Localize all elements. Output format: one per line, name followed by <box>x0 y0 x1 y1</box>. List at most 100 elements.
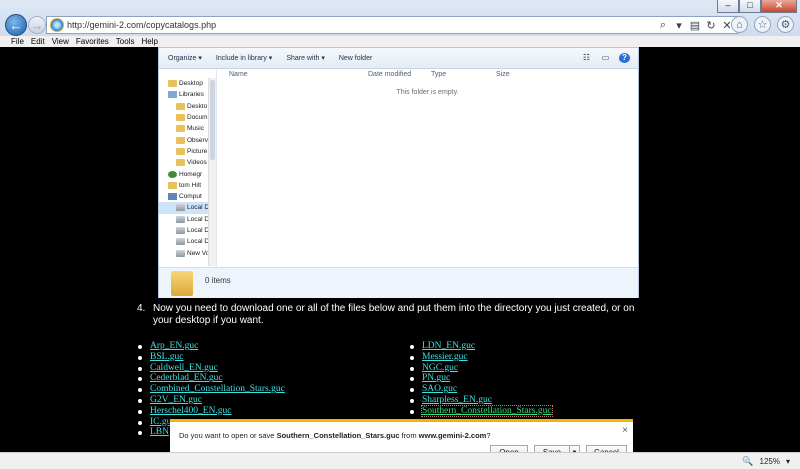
list-item: PN.guc <box>408 373 552 384</box>
catalog-file-link[interactable]: BSL.guc <box>150 352 184 362</box>
menu-tools[interactable]: Tools <box>116 36 135 47</box>
download-filename: Southern_Constellation_Stars.guc <box>276 431 400 440</box>
list-item: Southern_Constellation_Stars.guc <box>408 404 553 417</box>
arrow-right-icon: → <box>30 17 44 33</box>
nav-item-label: Local D <box>187 215 210 223</box>
download-message: Do you want to open or save Southern_Con… <box>179 431 491 440</box>
arrow-left-icon: ← <box>9 17 23 33</box>
catalog-file-link[interactable]: Messier.guc <box>422 352 468 362</box>
group-icon <box>168 170 177 178</box>
share-with-menu: Share with ▾ <box>286 55 325 62</box>
drive-icon <box>176 249 185 257</box>
column-type: Type <box>431 71 447 78</box>
drive-icon <box>176 204 185 212</box>
download-prefix: Do you want to open or save <box>179 431 277 440</box>
catalog-file-link[interactable]: Cederblad_EN.guc <box>150 373 223 383</box>
close-icon[interactable]: × <box>622 425 628 436</box>
item-count: 0 items <box>205 276 231 285</box>
nav-item-label: Observ <box>187 136 208 144</box>
browser-chrome: – □ ✕ ← → http://gemini-2.com/copycatalo… <box>0 0 800 36</box>
settings-gear-icon[interactable]: ⚙ <box>777 16 794 33</box>
browser-command-icons: ⌂ ☆ ⚙ <box>731 16 794 33</box>
help-icon: ? <box>619 53 630 63</box>
compat-view-icon[interactable]: ▤ <box>689 19 701 32</box>
nav-item-label: Videos <box>187 159 207 167</box>
view-options-icon: ☷ <box>582 53 591 62</box>
menu-edit[interactable]: Edit <box>31 36 45 47</box>
column-date: Date modified <box>368 71 412 78</box>
menu-file[interactable]: File <box>11 36 24 47</box>
nav-item-label: Music <box>187 125 204 133</box>
explorer-screenshot: Organize ▾ Include in library ▾ Share wi… <box>158 47 639 298</box>
nav-item-label: New Vo <box>187 249 210 257</box>
menu-bar: File Edit View Favorites Tools Help <box>0 36 800 47</box>
refresh-icon[interactable]: ↻ <box>705 19 717 32</box>
catalog-file-link[interactable]: Sharpless_EN.guc <box>422 395 492 405</box>
minimize-button[interactable]: – <box>717 0 739 13</box>
drive-icon <box>176 215 185 223</box>
list-item: SAO.guc <box>408 384 552 395</box>
url-input[interactable]: http://gemini-2.com/copycatalogs.php <box>67 20 657 30</box>
catalog-file-link[interactable]: G2V_EN.guc <box>150 395 202 405</box>
back-button[interactable]: ← <box>5 14 27 36</box>
nav-item-label: Comput <box>179 193 202 201</box>
menu-help[interactable]: Help <box>141 36 157 47</box>
menu-view[interactable]: View <box>52 36 69 47</box>
catalog-file-link[interactable]: Combined_Constellation_Stars.guc <box>150 384 285 394</box>
dropdown-icon[interactable]: ▾ <box>673 19 685 32</box>
download-middle: from <box>399 431 419 440</box>
nav-item-label: Docum <box>187 114 208 122</box>
catalog-file-link[interactable]: Southern_Constellation_Stars.guc <box>421 404 553 417</box>
chevron-down-icon: ▾ <box>785 457 790 466</box>
zoom-control[interactable]: 🔍 125% ▾ <box>742 456 790 467</box>
forward-button[interactable]: → <box>28 16 46 34</box>
organize-menu: Organize ▾ <box>168 55 202 62</box>
maximize-button[interactable]: □ <box>739 0 761 13</box>
nav-item-label: tom Hilt <box>179 181 202 189</box>
catalog-file-link[interactable]: LDN_EN.guc <box>422 341 475 351</box>
folder-icon <box>176 147 185 155</box>
step-text: Now you need to download one or all of t… <box>153 303 635 326</box>
address-bar[interactable]: http://gemini-2.com/copycatalogs.php ⌕ ▾… <box>46 16 738 34</box>
catalog-file-link[interactable]: LBN <box>150 427 169 437</box>
list-item: Herschel400_EN.guc <box>136 406 285 417</box>
scroll-thumb <box>210 80 215 160</box>
catalog-file-link[interactable]: IC.gu <box>150 417 171 427</box>
folder-icon <box>176 114 185 122</box>
folder-icon <box>176 136 185 144</box>
include-library-menu: Include in library ▾ <box>215 55 273 62</box>
nav-item-label: Local D <box>187 227 210 234</box>
list-item: Arp_EN.guc <box>136 341 285 352</box>
explorer-file-list: Name Date modified Type Size This folder… <box>216 69 638 267</box>
preview-pane-icon: ▭ <box>601 53 610 62</box>
folder-icon <box>176 159 185 167</box>
list-item: G2V_EN.guc <box>136 395 285 406</box>
empty-folder-message: This folder is empty. <box>396 89 459 96</box>
window-controls: – □ ✕ <box>717 0 797 13</box>
catalog-file-link[interactable]: NGC.guc <box>422 363 458 373</box>
home-icon[interactable]: ⌂ <box>731 16 748 33</box>
catalog-file-link[interactable]: SAO.guc <box>422 384 457 394</box>
close-window-button[interactable]: ✕ <box>761 0 797 13</box>
lib-icon <box>168 91 177 99</box>
list-item: NGC.guc <box>408 363 552 374</box>
folder-icon <box>176 102 185 110</box>
comp-icon <box>168 193 177 201</box>
favorites-star-icon[interactable]: ☆ <box>754 16 771 33</box>
explorer-details-pane: 0 items <box>159 267 638 298</box>
nav-item-label: Desktop <box>179 80 203 88</box>
list-item: Sharpless_EN.guc <box>408 395 552 406</box>
catalog-file-link[interactable]: PN.guc <box>422 373 450 383</box>
drive-icon <box>176 238 185 246</box>
new-folder-button: New folder <box>338 54 373 62</box>
site-favicon-icon <box>50 18 64 32</box>
zoom-level: 125% <box>759 457 780 466</box>
list-item: BSL.guc <box>136 352 285 363</box>
catalog-file-link[interactable]: Arp_EN.guc <box>150 341 198 351</box>
status-bar: 🔍 125% ▾ <box>0 452 800 469</box>
search-icon[interactable]: ⌕ <box>657 19 669 32</box>
menu-favorites[interactable]: Favorites <box>76 36 109 47</box>
nav-item-label: Local D <box>187 204 210 212</box>
catalog-file-link[interactable]: Caldwell_EN.guc <box>150 363 218 373</box>
catalog-file-link[interactable]: Herschel400_EN.guc <box>150 406 232 416</box>
